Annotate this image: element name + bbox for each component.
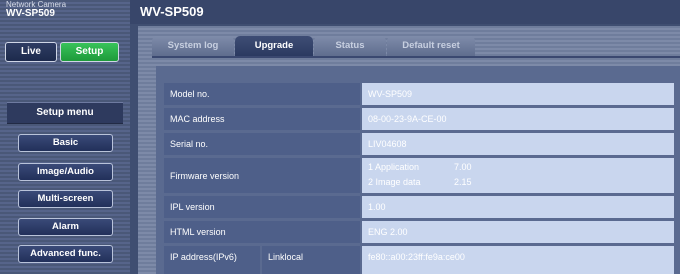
cell-value: 1.00 xyxy=(362,196,674,218)
menu-advanced-func-button[interactable]: Advanced func. xyxy=(18,245,113,263)
cell-label: IPL version xyxy=(164,196,360,218)
cell-value: LIV04608 xyxy=(362,133,674,155)
cell-label: HTML version xyxy=(164,221,360,243)
firmware-image-value: 2.15 xyxy=(454,177,472,187)
tab-upgrade[interactable]: Upgrade xyxy=(235,36,313,56)
cell-label: Firmware version xyxy=(164,158,360,193)
setup-menu-title: Setup menu xyxy=(7,102,123,124)
cell-label: Model no. xyxy=(164,83,360,105)
cell-value: fe80::a00:23ff:fe9a:ce00 xyxy=(362,246,674,274)
serial-no-value: LIV04608 xyxy=(368,139,407,149)
table-row-serial: Serial no. LIV04608 xyxy=(164,133,674,155)
table-row-html: HTML version ENG 2.00 xyxy=(164,221,674,243)
firmware-app-value: 7.00 xyxy=(454,162,472,172)
table-row-firmware: Firmware version 1 Application 7.00 2 Im… xyxy=(164,158,674,193)
page-title: WV-SP509 xyxy=(140,4,204,19)
tab-status[interactable]: Status xyxy=(314,36,386,56)
mac-address-label: MAC address xyxy=(170,114,225,124)
mac-address-value: 08-00-23-9A-CE-00 xyxy=(368,114,447,124)
table-row-mac: MAC address 08-00-23-9A-CE-00 xyxy=(164,108,674,130)
cell-value: 08-00-23-9A-CE-00 xyxy=(362,108,674,130)
menu-alarm-button[interactable]: Alarm xyxy=(18,218,113,236)
live-button[interactable]: Live xyxy=(5,42,57,62)
ipv6-label: IP address(IPv6) xyxy=(170,252,237,262)
html-version-label: HTML version xyxy=(170,227,226,237)
menu-image-audio-button[interactable]: Image/Audio xyxy=(18,163,113,181)
cell-label: IP address(IPv6) xyxy=(164,246,260,274)
cell-label: MAC address xyxy=(164,108,360,130)
tab-default-reset[interactable]: Default reset xyxy=(387,36,475,56)
cell-label: Serial no. xyxy=(164,133,360,155)
setup-button[interactable]: Setup xyxy=(60,42,119,62)
mode-switch: Live Setup xyxy=(5,42,119,62)
ipv6-value: fe80::a00:23ff:fe9a:ce00 xyxy=(368,252,465,262)
cell-value: WV-SP509 xyxy=(362,83,674,105)
ipv6-linklocal-label: Linklocal xyxy=(268,252,304,262)
tab-system-log[interactable]: System log xyxy=(152,36,234,56)
model-no-value: WV-SP509 xyxy=(368,89,413,99)
model-no-label: Model no. xyxy=(170,89,210,99)
menu-multi-screen-button[interactable]: Multi-screen xyxy=(18,190,113,208)
header-bar xyxy=(130,0,680,24)
serial-no-label: Serial no. xyxy=(170,139,209,149)
cell-sublabel: Linklocal xyxy=(262,246,360,274)
firmware-version-label: Firmware version xyxy=(170,171,240,181)
ipl-version-label: IPL version xyxy=(170,202,215,212)
table-row-ipv6: IP address(IPv6) Linklocal fe80::a00:23f… xyxy=(164,246,674,274)
menu-basic-button[interactable]: Basic xyxy=(18,134,113,152)
cell-value: ENG 2.00 xyxy=(362,221,674,243)
firmware-image-label: 2 Image data xyxy=(368,177,421,187)
brand-logo: Network Camera WV-SP509 xyxy=(6,1,66,19)
html-version-value: ENG 2.00 xyxy=(368,227,408,237)
firmware-app-label: 1 Application xyxy=(368,162,420,172)
brand-model: WV-SP509 xyxy=(6,8,55,19)
table-row-ipl: IPL version 1.00 xyxy=(164,196,674,218)
cell-value: 1 Application 7.00 2 Image data 2.15 xyxy=(362,158,674,193)
ipl-version-value: 1.00 xyxy=(368,202,386,212)
tab-underline xyxy=(152,56,680,58)
table-row-model: Model no. WV-SP509 xyxy=(164,83,674,105)
